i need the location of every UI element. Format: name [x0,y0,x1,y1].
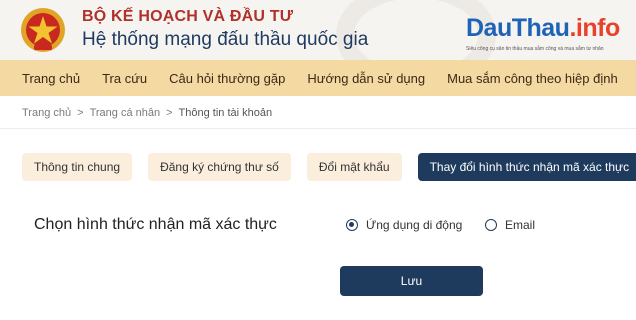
verification-method-label: Chọn hình thức nhận mã xác thực [34,216,277,233]
breadcrumb: Trang chủ > Trang cá nhân > Thông tin tà… [22,107,272,119]
nav-item-lookup[interactable]: Tra cứu [102,71,147,86]
breadcrumb-separator: > [77,107,84,119]
nav-item-home[interactable]: Trang chủ [22,71,80,86]
nav-item-public-procurement[interactable]: Mua sắm công theo hiệp định [447,71,618,86]
breadcrumb-separator: > [166,107,173,119]
brand-text-suffix: .info [569,14,620,42]
site-header: BỘ KẾ HOẠCH VÀ ĐẦU TƯ Hệ thống mạng đấu … [0,0,636,60]
tab-general-info[interactable]: Thông tin chung [22,153,133,181]
radio-unchecked-icon[interactable] [485,219,497,231]
tab-change-password[interactable]: Đổi mật khẩu [306,153,402,181]
save-button[interactable]: Lưu [340,266,483,296]
tab-verification-method[interactable]: Thay đổi hình thức nhận mã xác thực [417,153,636,181]
nav-item-guide[interactable]: Hướng dẫn sử dụng [307,71,425,86]
account-tabs: Thông tin chung Đăng ký chứng thư số Đổi… [22,153,636,181]
ministry-name: BỘ KẾ HOẠCH VÀ ĐẦU TƯ [82,8,294,25]
national-emblem-icon [21,8,65,52]
breadcrumb-profile[interactable]: Trang cá nhân [90,107,161,119]
radio-email-label: Email [505,218,536,232]
radio-mobile-app-label: Ứng dụng di động [366,218,463,232]
brand-logo[interactable]: DauThau.info [466,14,620,43]
main-nav: Trang chủ Tra cứu Câu hỏi thường gặp Hướ… [0,60,636,96]
breadcrumb-home[interactable]: Trang chủ [22,107,71,119]
tab-digital-certificate[interactable]: Đăng ký chứng thư số [148,153,291,181]
divider [0,128,636,129]
nav-item-faq[interactable]: Câu hỏi thường gặp [169,71,285,86]
radio-checked-icon[interactable] [346,219,358,231]
radio-email[interactable]: Email [485,218,535,232]
brand-text-main: DauThau [466,14,570,42]
radio-mobile-app[interactable]: Ứng dụng di động [346,218,462,232]
system-name: Hệ thống mạng đấu thầu quốc gia [82,29,369,50]
brand-tagline: Siêu công cụ săn tin thầu mua sắm công v… [466,46,604,52]
breadcrumb-current: Thông tin tài khoản [178,107,273,119]
